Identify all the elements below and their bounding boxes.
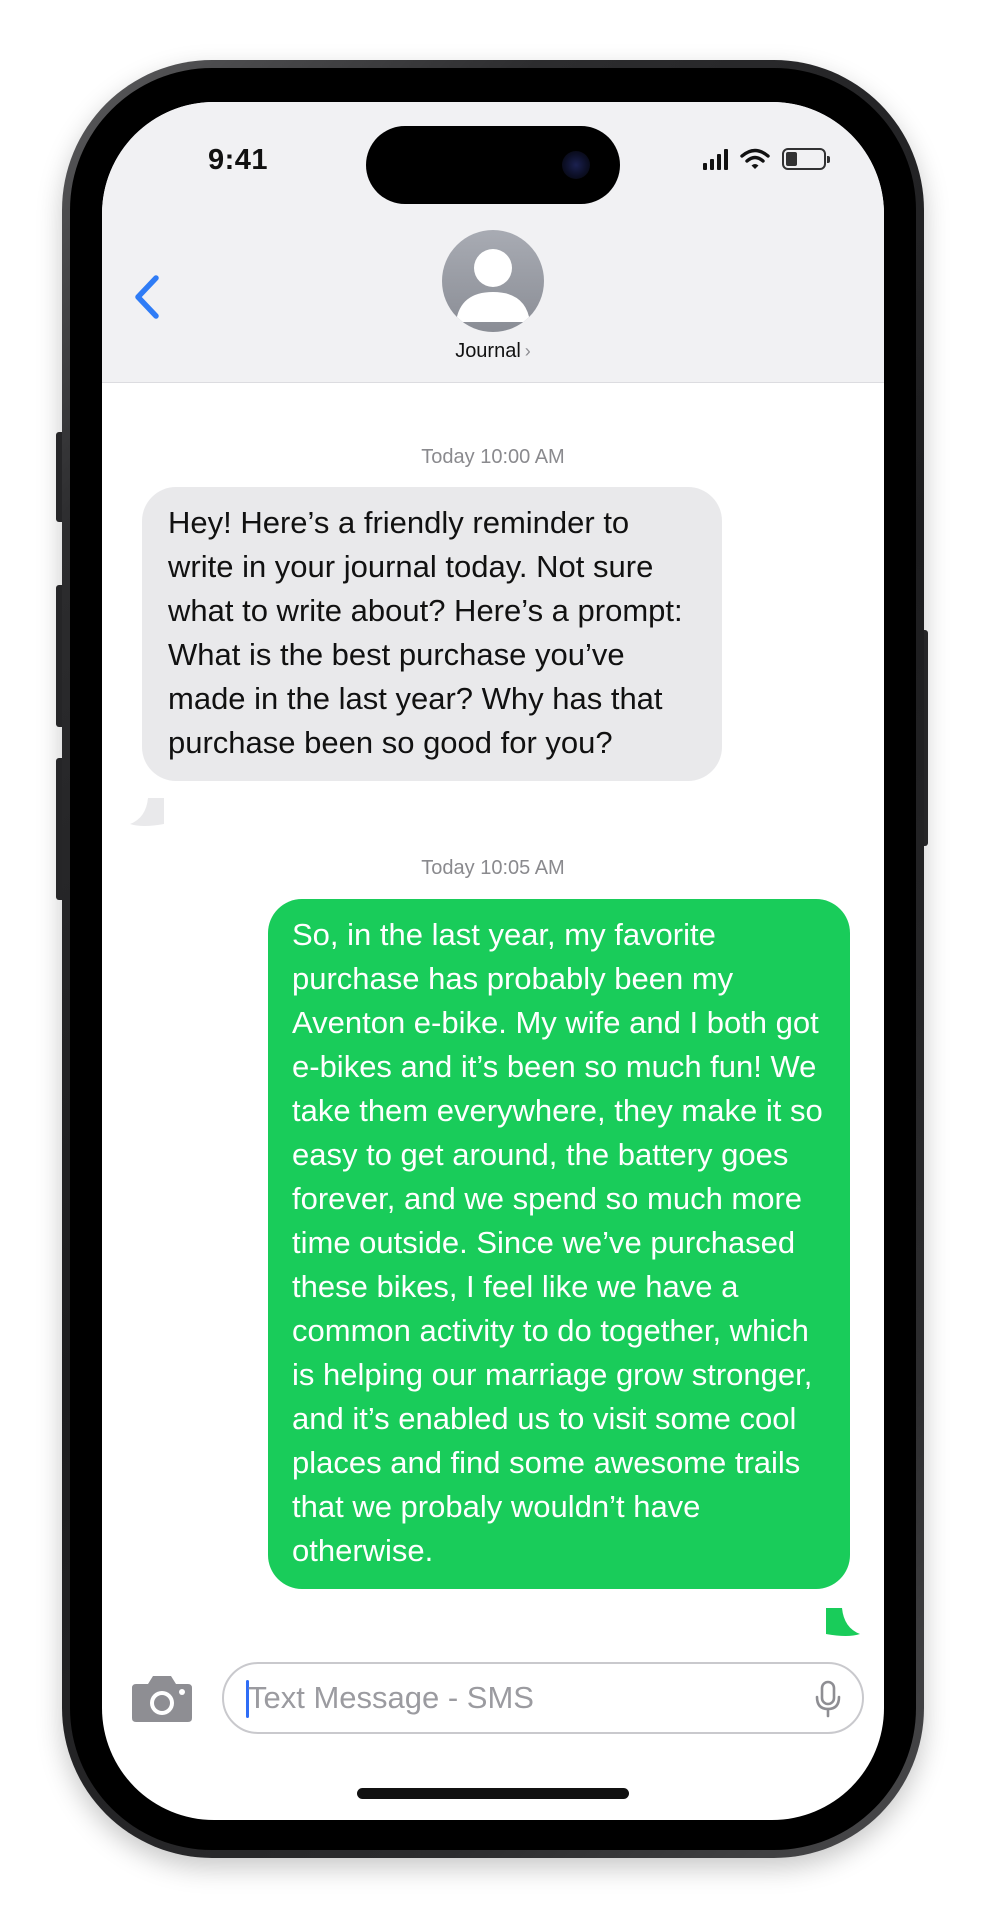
front-camera-icon bbox=[562, 151, 590, 179]
back-button[interactable] bbox=[126, 270, 170, 324]
dictation-button[interactable] bbox=[814, 1680, 842, 1718]
chevron-left-icon bbox=[135, 275, 159, 319]
conversation-header: 9:41 Journal › bbox=[102, 102, 884, 383]
device-mockup: 9:41 Journal › Today 10:00 AM Hey! Here’… bbox=[0, 0, 984, 1920]
microphone-icon bbox=[815, 1680, 841, 1718]
contact-name: Journal bbox=[455, 340, 521, 362]
status-icons bbox=[703, 148, 830, 170]
status-time: 9:41 bbox=[208, 144, 269, 176]
person-silhouette-icon bbox=[456, 249, 530, 322]
message-timestamp: Today 10:00 AM bbox=[421, 446, 565, 468]
chevron-right-icon: › bbox=[524, 341, 531, 361]
message-input[interactable] bbox=[248, 1664, 788, 1732]
battery-icon bbox=[782, 148, 830, 170]
messages-screen: 9:41 Journal › Today 10:00 AM Hey! Here’… bbox=[102, 102, 884, 1820]
cellular-signal-icon bbox=[703, 148, 728, 170]
contact-avatar[interactable] bbox=[442, 230, 544, 332]
incoming-bubble-tail bbox=[130, 798, 164, 826]
wifi-icon bbox=[740, 148, 770, 170]
home-indicator[interactable] bbox=[357, 1788, 629, 1799]
incoming-message-bubble[interactable]: Hey! Here’s a friendly reminder to write… bbox=[142, 487, 722, 781]
outgoing-bubble-tail bbox=[826, 1608, 860, 1636]
message-input-container[interactable] bbox=[222, 1662, 864, 1734]
camera-button[interactable] bbox=[130, 1672, 194, 1724]
battery-level bbox=[786, 152, 797, 166]
outgoing-message-bubble[interactable]: So, in the last year, my favorite purcha… bbox=[268, 899, 850, 1589]
camera-icon bbox=[132, 1676, 192, 1722]
dynamic-island bbox=[366, 126, 620, 204]
contact-name-button[interactable]: Journal › bbox=[102, 340, 884, 363]
message-timestamp: Today 10:05 AM bbox=[421, 857, 565, 879]
